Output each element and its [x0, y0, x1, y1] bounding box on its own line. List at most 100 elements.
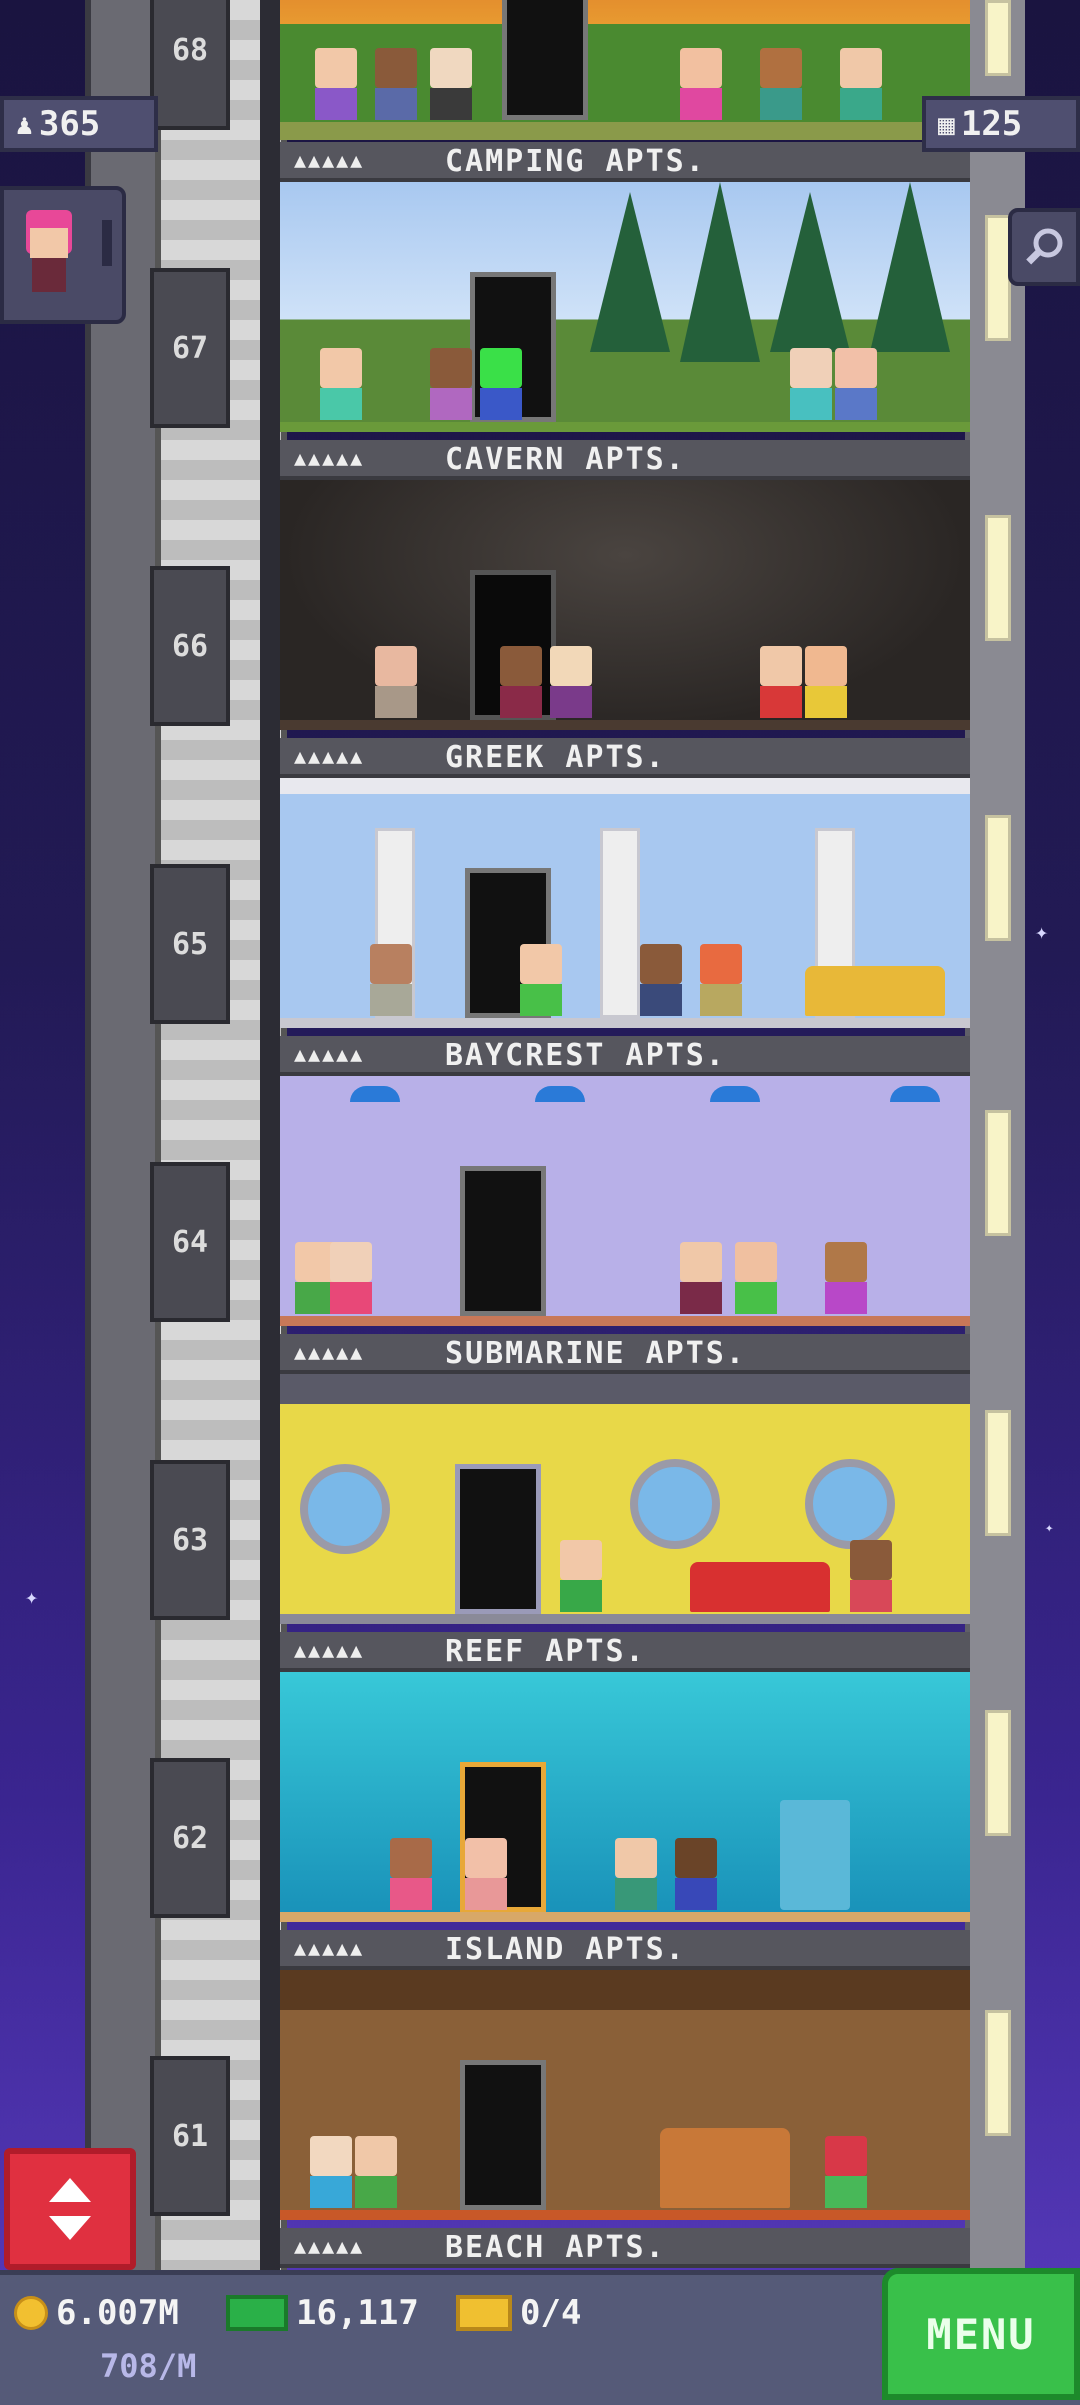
floor-rating-stars: ▲▲▲▲▲	[294, 1340, 365, 1364]
elevator-button[interactable]	[4, 2148, 136, 2270]
floor-name-label: SUBMARINE APTS.	[445, 1336, 746, 1371]
resident[interactable]	[825, 2136, 867, 2208]
resident[interactable]	[805, 646, 847, 718]
star-decoration: ✦	[25, 1585, 39, 1610]
resident[interactable]	[675, 1838, 717, 1910]
resident[interactable]	[370, 944, 412, 1016]
floor-name-label: ISLAND APTS.	[445, 1932, 686, 1967]
apartment-door[interactable]	[455, 1464, 541, 1614]
elevator-cable	[260, 0, 280, 2270]
apartment-door[interactable]	[460, 2060, 546, 2210]
resident[interactable]	[390, 1838, 432, 1910]
bux-icon	[226, 2295, 288, 2331]
resident[interactable]	[835, 348, 877, 420]
floor-name-label: CAVERN APTS.	[445, 442, 686, 477]
floor-number-68: 68	[150, 0, 230, 130]
resident[interactable]	[500, 646, 542, 718]
floor-label-bar: ▲▲▲▲▲ GREEK APTS.	[280, 738, 970, 778]
resident[interactable]	[315, 48, 357, 120]
resident[interactable]	[640, 944, 682, 1016]
floor-label-bar: ▲▲▲▲▲ BEACH APTS.	[280, 2228, 970, 2268]
floor-68-room[interactable]	[280, 0, 970, 140]
star-decoration: ✦	[1035, 920, 1049, 945]
floor-rating-stars: ▲▲▲▲▲	[294, 148, 365, 172]
window-light	[985, 515, 1011, 641]
floor-submarine[interactable]: ▲▲▲▲▲ SUBMARINE APTS.	[280, 1334, 970, 1632]
floor-number-63: 63	[150, 1460, 230, 1620]
resident[interactable]	[430, 348, 472, 420]
floor-label-bar: ▲▲▲▲▲ REEF APTS.	[280, 1632, 970, 1672]
resident[interactable]	[825, 1242, 867, 1314]
resident[interactable]	[700, 944, 742, 1016]
avatar-body	[32, 258, 66, 292]
window-light	[985, 1110, 1011, 1236]
resident[interactable]	[680, 1242, 722, 1314]
resident[interactable]	[735, 1242, 777, 1314]
building-icon: ▦	[938, 107, 955, 141]
floor-reef[interactable]: ▲▲▲▲▲ REEF APTS.	[280, 1632, 970, 1930]
apartment-door[interactable]	[460, 1166, 546, 1316]
floors-counter[interactable]: ▦ 125	[922, 96, 1080, 152]
resident[interactable]	[430, 48, 472, 120]
floor-name-label: GREEK APTS.	[445, 740, 666, 775]
population-counter[interactable]: ♟ 365	[0, 96, 158, 152]
avatar-alert-icon	[102, 220, 112, 266]
resident[interactable]	[840, 48, 882, 120]
floor-rating-stars: ▲▲▲▲▲	[294, 744, 365, 768]
floor-cavern[interactable]: ▲▲▲▲▲ CAVERN APTS.	[280, 440, 970, 738]
elevator-arrows-icon	[49, 2178, 91, 2240]
floor-rating-stars: ▲▲▲▲▲	[294, 1042, 365, 1066]
search-button[interactable]	[1008, 208, 1080, 286]
floor-beach[interactable]: ▲▲▲▲▲ BEACH APTS.	[280, 2228, 970, 2270]
tickets-display[interactable]: 0/4	[456, 2293, 581, 2333]
search-icon	[1026, 228, 1063, 265]
floor-label-bar: ▲▲▲▲▲ CAVERN APTS.	[280, 440, 970, 480]
resident[interactable]	[850, 1540, 892, 1612]
apartment-door[interactable]	[502, 0, 588, 120]
resident[interactable]	[465, 1838, 507, 1910]
window-light	[985, 0, 1011, 76]
resident[interactable]	[790, 348, 832, 420]
resident[interactable]	[330, 1242, 372, 1314]
floor-baycrest[interactable]: ▲▲▲▲▲ BAYCREST APTS.	[280, 1036, 970, 1334]
resident[interactable]	[375, 646, 417, 718]
tickets-value: 0/4	[520, 2293, 582, 2333]
resident[interactable]	[560, 1540, 602, 1612]
resident[interactable]	[615, 1838, 657, 1910]
coin-icon	[14, 2296, 48, 2330]
floor-name-label: BAYCREST APTS.	[445, 1038, 726, 1073]
window-light	[985, 815, 1011, 941]
floor-rating-stars: ▲▲▲▲▲	[294, 446, 365, 470]
population-value: 365	[38, 104, 101, 144]
floor-label-bar: ▲▲▲▲▲ BAYCREST APTS.	[280, 1036, 970, 1076]
floor-rating-stars: ▲▲▲▲▲	[294, 1638, 365, 1662]
floor-number-62: 62	[150, 1758, 230, 1918]
floor-island[interactable]: ▲▲▲▲▲ ISLAND APTS.	[280, 1930, 970, 2228]
menu-button[interactable]: MENU	[882, 2268, 1080, 2400]
resident[interactable]	[375, 48, 417, 120]
resident[interactable]	[760, 646, 802, 718]
floor-label-bar: ▲▲▲▲▲ CAMPING APTS.	[280, 142, 970, 182]
window-light	[985, 2010, 1011, 2136]
resident[interactable]	[480, 348, 522, 420]
resident[interactable]	[310, 2136, 352, 2208]
bux-display[interactable]: 16,117	[226, 2293, 419, 2333]
resident[interactable]	[760, 48, 802, 120]
floor-number-67: 67	[150, 268, 230, 428]
bux-value: 16,117	[296, 2293, 419, 2333]
resident[interactable]	[550, 646, 592, 718]
coins-display[interactable]: 6.007M	[14, 2293, 179, 2333]
resident[interactable]	[320, 348, 362, 420]
resident[interactable]	[355, 2136, 397, 2208]
coin-rate-display: 708/M	[100, 2347, 196, 2385]
visitor-avatar-button[interactable]	[0, 186, 126, 324]
window-light	[985, 1710, 1011, 1836]
floor-number-65: 65	[150, 864, 230, 1024]
floor-name-label: BEACH APTS.	[445, 2230, 666, 2265]
resident[interactable]	[680, 48, 722, 120]
floor-greek[interactable]: ▲▲▲▲▲ GREEK APTS.	[280, 738, 970, 1036]
star-decoration: ✦	[1045, 1520, 1054, 1536]
resident[interactable]	[520, 944, 562, 1016]
floor-camping[interactable]: ▲▲▲▲▲ CAMPING APTS.	[280, 142, 970, 440]
coin-rate-value: 708/M	[100, 2347, 197, 2385]
